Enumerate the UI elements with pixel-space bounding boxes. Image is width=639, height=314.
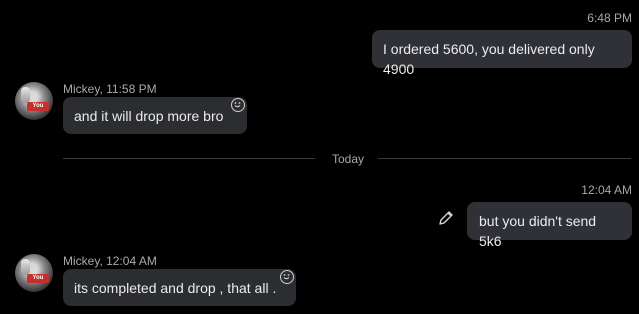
avatar[interactable]: You: [15, 82, 53, 120]
message-timestamp: 12:04 AM: [581, 183, 632, 197]
microphone-icon: [21, 259, 30, 275]
date-divider-label: Today: [332, 152, 365, 166]
message-text: its completed and drop , that all .: [74, 280, 277, 296]
incoming-message-bubble[interactable]: its completed and drop , that all .: [63, 269, 296, 306]
outgoing-message-bubble[interactable]: I ordered 5600, you delivered only 4900: [372, 30, 632, 77]
youtube-badge-icon: You: [27, 102, 49, 111]
pencil-icon[interactable]: [437, 209, 455, 227]
date-divider-line-right: [378, 158, 631, 159]
sender-name-time: Mickey, 11:58 PM: [63, 82, 157, 96]
smiley-icon[interactable]: [280, 270, 294, 284]
youtube-badge-icon: You: [27, 274, 49, 283]
date-divider-line-left: [63, 158, 315, 159]
incoming-message-bubble[interactable]: and it will drop more bro: [63, 97, 247, 134]
message-text: and it will drop more bro: [74, 108, 224, 124]
message-timestamp: 6:48 PM: [587, 11, 632, 25]
outgoing-message-bubble[interactable]: but you didn't send 5k6: [467, 202, 632, 249]
smiley-icon[interactable]: [231, 98, 245, 112]
message-text: I ordered 5600, you delivered only 4900: [383, 41, 595, 77]
message-text: but you didn't send 5k6: [479, 213, 597, 249]
microphone-icon: [21, 87, 30, 103]
avatar[interactable]: You: [15, 254, 53, 292]
sender-name-time: Mickey, 12:04 AM: [63, 254, 157, 268]
